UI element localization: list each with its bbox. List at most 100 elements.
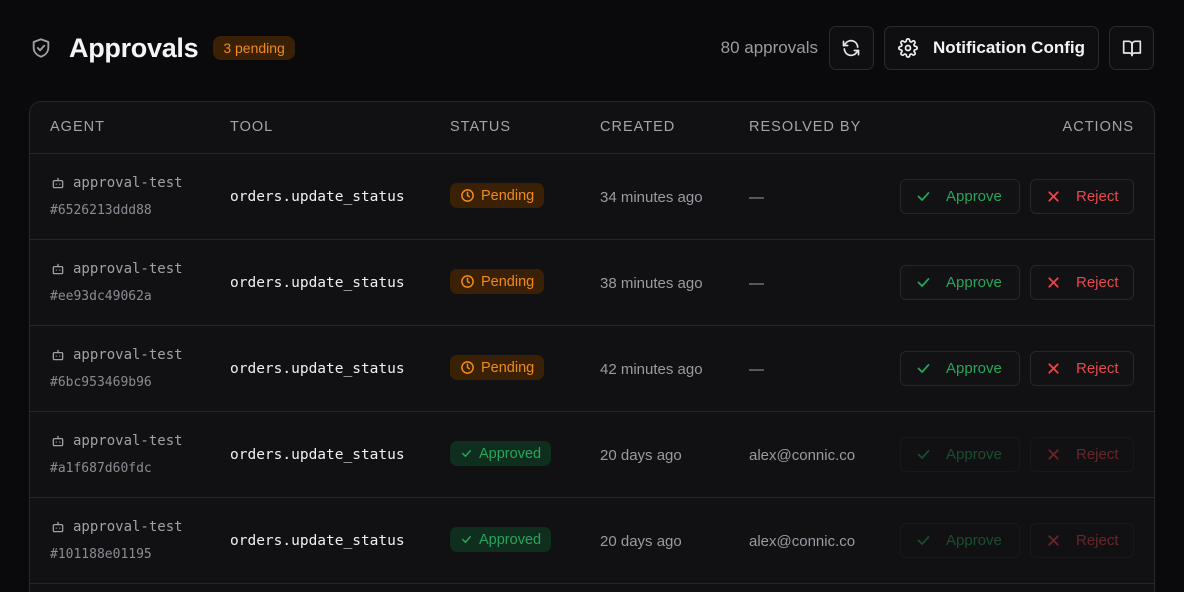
- close-icon: [1045, 274, 1062, 291]
- approval-id: #a1f687d60fdc: [50, 461, 152, 476]
- clock-icon: [460, 360, 475, 375]
- approve-label: Approve: [946, 274, 1002, 291]
- reject-label: Reject: [1076, 446, 1119, 463]
- status-label: Pending: [481, 273, 535, 290]
- close-icon: [1045, 446, 1062, 463]
- tool-name: orders.update_status: [230, 533, 405, 549]
- approve-button[interactable]: Approve: [900, 437, 1020, 472]
- table-row: approval-test #6bc953469b96 orders.updat…: [30, 326, 1154, 412]
- status-label: Approved: [479, 531, 542, 548]
- agent-name-text: approval-test: [73, 261, 183, 277]
- status-badge: Approved: [450, 441, 552, 466]
- tool-name: orders.update_status: [230, 361, 405, 377]
- check-icon: [460, 533, 473, 546]
- gear-icon: [898, 38, 918, 58]
- agent-name: approval-test: [51, 347, 183, 363]
- column-header-status: STATUS: [450, 119, 512, 135]
- shield-icon: [30, 37, 52, 59]
- approval-id: #6526213ddd88: [50, 203, 152, 218]
- reject-button[interactable]: Reject: [1030, 265, 1134, 300]
- refresh-icon: [841, 38, 861, 58]
- column-header-resolved-by: RESOLVED BY: [749, 119, 862, 135]
- close-icon: [1045, 360, 1062, 377]
- column-header-actions: ACTIONS: [1062, 119, 1134, 135]
- status-badge: Approved: [450, 527, 552, 552]
- resolved-by: alex@connic.co: [749, 533, 856, 550]
- reject-button[interactable]: Reject: [1030, 523, 1134, 558]
- reject-button[interactable]: Reject: [1030, 179, 1134, 214]
- check-icon: [915, 360, 932, 377]
- tool-name: orders.update_status: [230, 189, 405, 205]
- book-icon: [1122, 38, 1142, 58]
- refresh-button[interactable]: [828, 26, 874, 70]
- bot-icon: [51, 520, 65, 534]
- resolved-by: —: [749, 361, 764, 378]
- status-badge: Pending: [450, 183, 545, 208]
- approvals-count: 80 approvals: [720, 38, 818, 57]
- bot-icon: [51, 262, 65, 276]
- check-icon: [915, 532, 932, 549]
- approve-button[interactable]: Approve: [900, 265, 1020, 300]
- tool-name: orders.update_status: [230, 447, 405, 463]
- approve-button[interactable]: Approve: [900, 179, 1020, 214]
- close-icon: [1045, 188, 1062, 205]
- table-row: approval-test #ee93dc49062a orders.updat…: [30, 240, 1154, 326]
- bot-icon: [51, 176, 65, 190]
- approval-id: #6bc953469b96: [50, 375, 152, 390]
- agent-name-text: approval-test: [73, 347, 183, 363]
- status-badge: Pending: [450, 269, 545, 294]
- clock-icon: [460, 188, 475, 203]
- check-icon: [915, 188, 932, 205]
- status-badge: Pending: [450, 355, 545, 380]
- created-time: 34 minutes ago: [600, 189, 703, 206]
- page-title: Approvals: [69, 32, 199, 63]
- table-row: approval-test #a1f687d60fdc orders.updat…: [30, 412, 1154, 498]
- bot-icon: [51, 434, 65, 448]
- reject-label: Reject: [1076, 188, 1119, 205]
- close-icon: [1045, 532, 1062, 549]
- reject-label: Reject: [1076, 532, 1119, 549]
- agent-name: approval-test: [51, 433, 183, 449]
- notification-config-label: Notification Config: [932, 38, 1085, 57]
- agent-name-text: approval-test: [73, 519, 183, 535]
- notification-config-button[interactable]: Notification Config: [883, 26, 1099, 70]
- created-time: 42 minutes ago: [600, 361, 703, 378]
- clock-icon: [460, 274, 475, 289]
- table-header: AGENT TOOL STATUS CREATED RESOLVED BY AC…: [30, 102, 1154, 154]
- pending-count-badge: 3 pending: [213, 36, 295, 60]
- check-icon: [915, 446, 932, 463]
- agent-name: approval-test: [51, 519, 183, 535]
- agent-name-text: approval-test: [73, 175, 183, 191]
- reject-button[interactable]: Reject: [1030, 351, 1134, 386]
- created-time: 20 days ago: [600, 447, 682, 464]
- reject-button[interactable]: Reject: [1030, 437, 1134, 472]
- approval-id: #ee93dc49062a: [50, 289, 152, 304]
- docs-button[interactable]: [1109, 26, 1154, 70]
- approve-label: Approve: [946, 360, 1002, 377]
- table-row: approval-test #101188e01195 orders.updat…: [30, 498, 1154, 584]
- resolved-by: alex@connic.co: [749, 447, 856, 464]
- status-label: Pending: [481, 187, 535, 204]
- created-time: 38 minutes ago: [600, 275, 703, 292]
- approve-label: Approve: [946, 532, 1002, 549]
- approve-button[interactable]: Approve: [900, 523, 1020, 558]
- agent-name-text: approval-test: [73, 433, 183, 449]
- status-label: Approved: [479, 445, 542, 462]
- status-label: Pending: [481, 359, 535, 376]
- page-header: Approvals 3 pending 80 approvals Notific…: [30, 26, 1154, 70]
- approve-button[interactable]: Approve: [900, 351, 1020, 386]
- tool-name: orders.update_status: [230, 275, 405, 291]
- bot-icon: [51, 348, 65, 362]
- resolved-by: —: [749, 275, 764, 292]
- approve-label: Approve: [946, 446, 1002, 463]
- column-header-agent: AGENT: [50, 119, 105, 135]
- check-icon: [915, 274, 932, 291]
- table-row: approval-test #6526213ddd88 orders.updat…: [30, 154, 1154, 240]
- agent-name: approval-test: [51, 175, 183, 191]
- approval-id: #101188e01195: [50, 547, 152, 562]
- check-icon: [460, 447, 473, 460]
- column-header-created: CREATED: [600, 119, 676, 135]
- approve-label: Approve: [946, 188, 1002, 205]
- agent-name: approval-test: [51, 261, 183, 277]
- created-time: 20 days ago: [600, 533, 682, 550]
